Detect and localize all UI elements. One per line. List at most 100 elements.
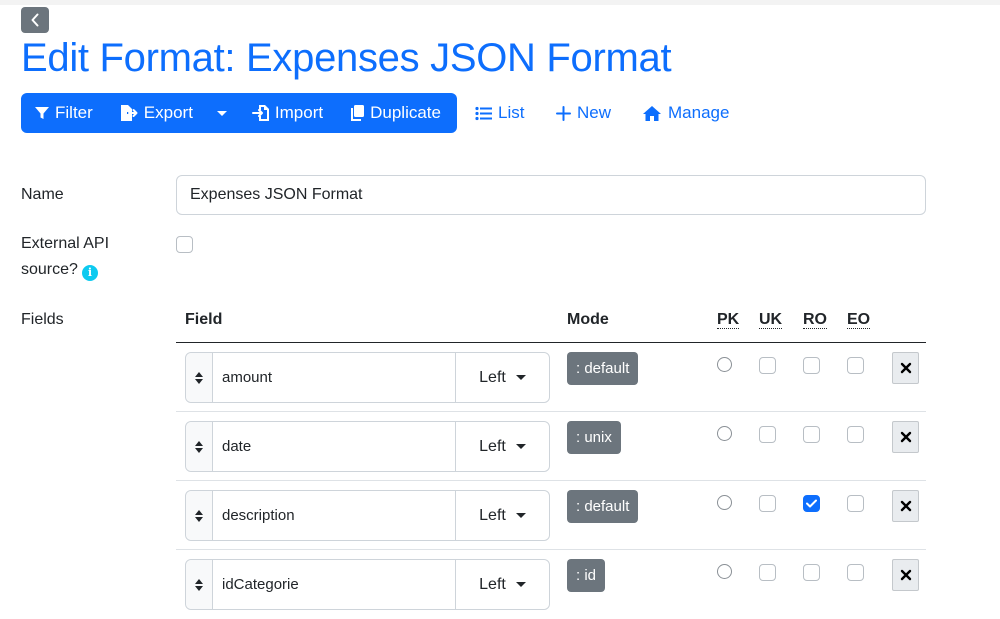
top-strip <box>0 0 1000 5</box>
x-icon <box>900 569 911 581</box>
copy-icon <box>351 105 365 121</box>
action-button-group: Filter Export Import Duplicate <box>21 93 457 133</box>
alignment-select[interactable]: Left <box>455 422 549 471</box>
export-button[interactable]: Export <box>106 93 199 133</box>
house-icon <box>643 105 661 121</box>
caret-down-icon <box>515 444 526 449</box>
eo-checkbox[interactable] <box>847 357 864 374</box>
pk-radio[interactable] <box>717 564 732 579</box>
eo-checkbox[interactable] <box>847 564 864 581</box>
delete-field-button[interactable] <box>892 352 919 384</box>
name-input[interactable] <box>176 175 926 215</box>
ro-checkbox[interactable] <box>803 495 820 512</box>
header-ro: RO <box>803 311 827 329</box>
alignment-value: Left <box>479 437 506 455</box>
funnel-icon <box>35 107 49 119</box>
export-dropdown-toggle[interactable] <box>199 93 239 133</box>
delete-field-button[interactable] <box>892 490 919 522</box>
eo-checkbox[interactable] <box>847 495 864 512</box>
drag-handle[interactable] <box>186 353 213 402</box>
caret-down-icon <box>515 582 526 587</box>
header-uk: UK <box>759 311 783 329</box>
x-icon <box>900 362 911 374</box>
export-label: Export <box>143 103 193 122</box>
uk-checkbox[interactable] <box>759 357 776 374</box>
import-icon <box>251 105 269 121</box>
caret-down-icon <box>216 110 227 116</box>
field-name-input[interactable]: amount <box>213 353 455 402</box>
list-icon <box>475 106 492 120</box>
drag-handle[interactable] <box>186 422 213 471</box>
back-button[interactable] <box>21 7 49 33</box>
list-link[interactable]: List <box>475 93 524 133</box>
header-eo-text: EO <box>847 311 871 329</box>
table-row: amount Left : default <box>176 343 926 412</box>
field-input-group: amount Left <box>185 352 550 403</box>
new-link[interactable]: New <box>556 93 611 133</box>
file-export-icon <box>120 105 138 121</box>
mode-badge[interactable]: : unix <box>567 421 621 454</box>
filter-button[interactable]: Filter <box>21 93 106 133</box>
table-row: idCategorie Left : id <box>176 550 926 619</box>
field-input-group: description Left <box>185 490 550 541</box>
sort-icon <box>195 578 203 591</box>
fields-label: Fields <box>21 311 64 328</box>
sort-icon <box>195 371 203 384</box>
check-icon <box>806 499 817 508</box>
external-api-checkbox[interactable] <box>176 236 193 253</box>
manage-link[interactable]: Manage <box>642 93 729 133</box>
ro-checkbox[interactable] <box>803 426 820 443</box>
ro-checkbox[interactable] <box>803 564 820 581</box>
table-row: date Left : unix <box>176 412 926 481</box>
new-label: New <box>577 103 612 122</box>
header-field: Field <box>185 311 223 328</box>
header-ro-text: RO <box>803 311 827 329</box>
caret-down-icon <box>515 375 526 380</box>
alignment-select[interactable]: Left <box>455 353 549 402</box>
mode-badge[interactable]: : default <box>567 352 639 385</box>
field-name-input[interactable]: description <box>213 491 455 540</box>
table-row: description Left : default <box>176 481 926 550</box>
uk-checkbox[interactable] <box>759 426 776 443</box>
drag-handle[interactable] <box>186 491 213 540</box>
name-label: Name <box>21 186 64 203</box>
caret-down-icon <box>515 513 526 518</box>
uk-checkbox[interactable] <box>759 564 776 581</box>
sort-icon <box>195 509 203 522</box>
delete-field-button[interactable] <box>892 421 919 453</box>
list-label: List <box>498 103 525 122</box>
field-input-group: idCategorie Left <box>185 559 550 610</box>
ro-checkbox[interactable] <box>803 357 820 374</box>
plus-icon <box>556 105 571 121</box>
pk-radio[interactable] <box>717 495 732 510</box>
mode-badge[interactable]: : default <box>567 490 639 523</box>
filter-label: Filter <box>55 103 93 122</box>
manage-label: Manage <box>668 103 730 122</box>
sort-icon <box>195 440 203 453</box>
import-button[interactable]: Import <box>239 93 336 133</box>
field-name-input[interactable]: idCategorie <box>213 560 455 609</box>
duplicate-button[interactable]: Duplicate <box>336 93 454 133</box>
chevron-left-icon <box>31 13 39 27</box>
alignment-value: Left <box>479 575 506 593</box>
external-api-label: External API source? i <box>21 231 131 283</box>
info-icon[interactable]: i <box>81 265 98 281</box>
mode-badge[interactable]: : id <box>567 559 606 592</box>
header-pk-text: PK <box>717 311 740 329</box>
alignment-select[interactable]: Left <box>455 560 549 609</box>
drag-handle[interactable] <box>186 560 213 609</box>
alignment-value: Left <box>479 506 506 524</box>
delete-field-button[interactable] <box>892 559 919 591</box>
eo-checkbox[interactable] <box>847 426 864 443</box>
page-title: Edit Format: Expenses JSON Format <box>21 36 672 80</box>
header-pk: PK <box>717 311 740 329</box>
pk-radio[interactable] <box>717 426 732 441</box>
header-eo: EO <box>847 311 871 329</box>
x-icon <box>900 431 911 443</box>
field-name-input[interactable]: date <box>213 422 455 471</box>
alignment-select[interactable]: Left <box>455 491 549 540</box>
header-uk-text: UK <box>759 311 783 329</box>
uk-checkbox[interactable] <box>759 495 776 512</box>
pk-radio[interactable] <box>717 357 732 372</box>
import-label: Import <box>274 103 324 122</box>
